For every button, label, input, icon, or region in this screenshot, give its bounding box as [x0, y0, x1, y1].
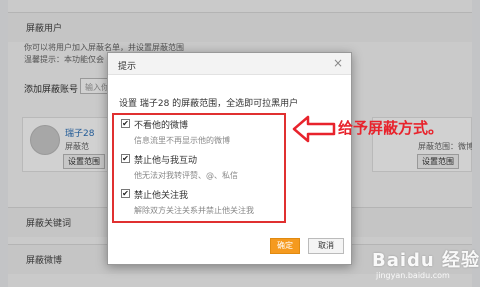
baidu-jingyan-watermark: Baidu 经验 jingyan.baidu.com — [372, 246, 480, 280]
close-icon[interactable]: × — [333, 56, 343, 70]
watermark-url: jingyan.baidu.com — [376, 271, 450, 280]
cancel-button[interactable]: 取消 — [308, 238, 344, 254]
annotation-arrow-icon — [292, 115, 336, 143]
watermark-brand: Baidu 经验 — [372, 250, 480, 271]
options-highlight-box — [112, 113, 286, 223]
dialog-description: 设置 瑞子28 的屏蔽范围，全选即可拉黑用户 — [119, 99, 299, 109]
dialog-header: 提示 × — [108, 53, 351, 75]
confirm-button[interactable]: 确定 — [270, 238, 300, 254]
dialog-title: 提示 — [118, 62, 137, 72]
block-scope-dialog: 提示 × 设置 瑞子28 的屏蔽范围，全选即可拉黑用户 ✔ 不看他的微博 信息流… — [107, 52, 352, 265]
annotation-text: 给予屏蔽方式。 — [338, 119, 444, 137]
